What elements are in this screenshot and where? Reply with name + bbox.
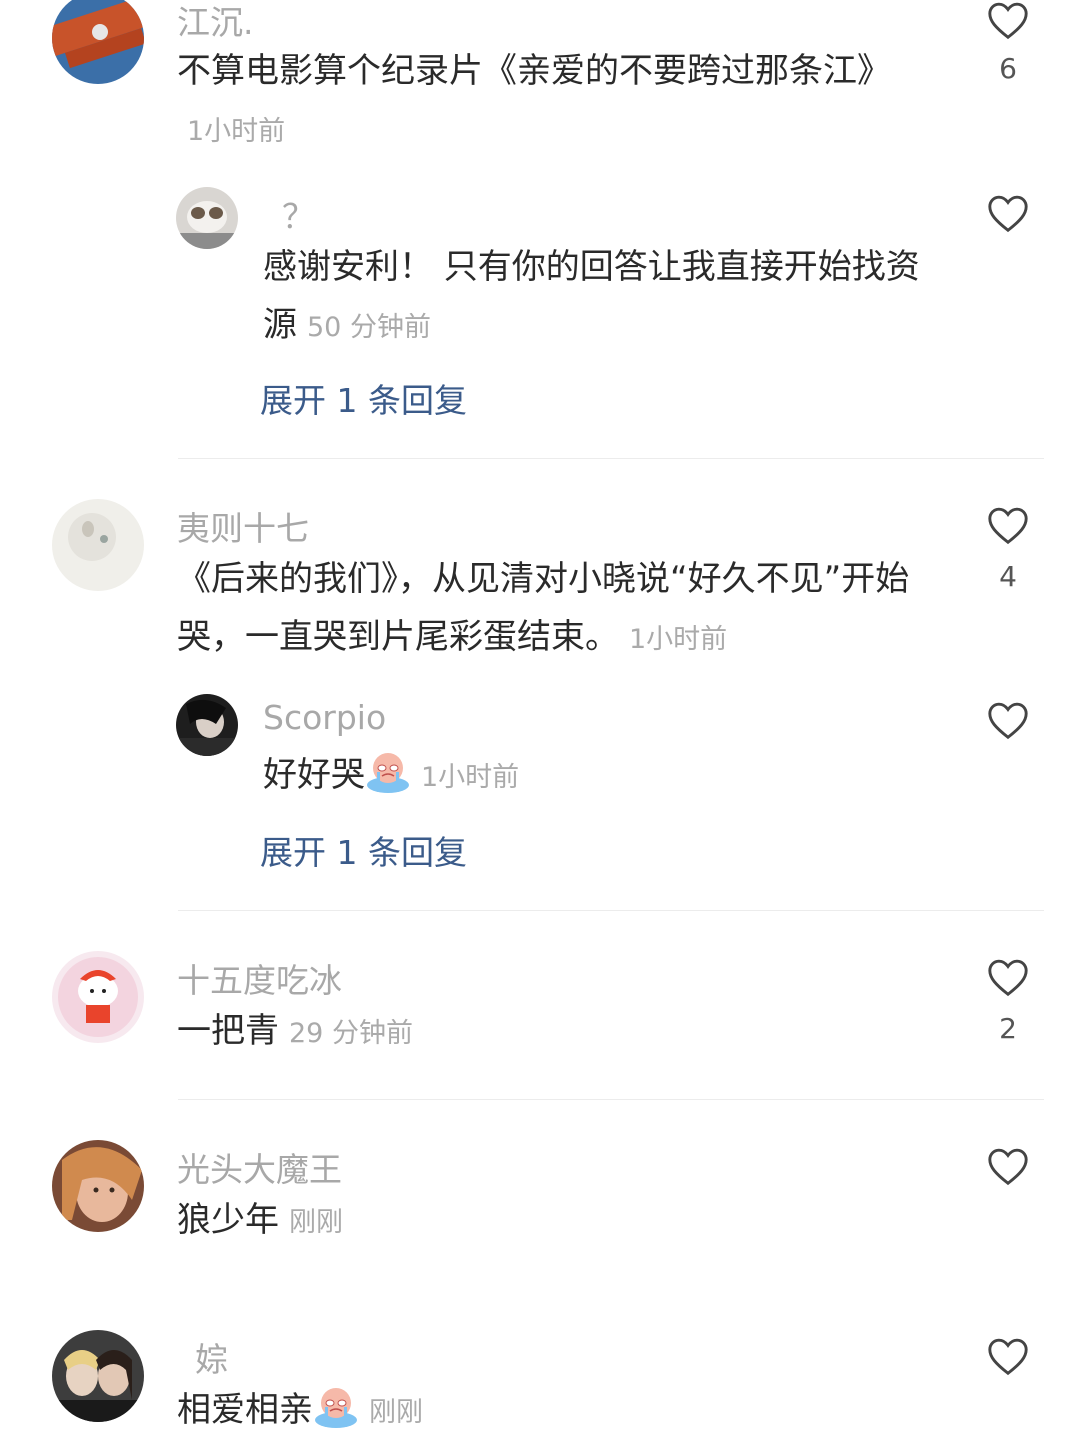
comment-body: 狼少年	[177, 1200, 279, 1240]
comment-body: 相爱相亲	[177, 1390, 313, 1430]
comment-text: 不算电影算个纪录片《亲爱的不要跨过那条江》 1小时前	[177, 42, 897, 161]
comment-text: 狼少年 刚刚	[177, 1191, 937, 1252]
like-count: 4	[999, 560, 1017, 593]
username[interactable]: 夷则十七	[177, 502, 309, 550]
username[interactable]: 十五度吃冰	[177, 954, 342, 1002]
reply-timestamp: 50 分钟前	[307, 312, 431, 343]
divider	[178, 458, 1044, 459]
expand-replies-button[interactable]: 展开 1 条回复	[260, 374, 467, 422]
crying-emoji-icon	[367, 753, 409, 793]
crying-emoji-icon	[315, 1388, 357, 1428]
like-button[interactable]	[986, 957, 1030, 997]
like-button[interactable]	[986, 0, 1030, 40]
reply-text: 感谢安利！ 只有你的回答让我直接开始找资源 50 分钟前	[263, 238, 943, 357]
comment-text: 相爱相亲 刚刚	[177, 1381, 937, 1442]
like-button[interactable]	[986, 1336, 1030, 1376]
timestamp: 刚刚	[369, 1397, 423, 1428]
reply-username[interactable]: ？	[282, 190, 315, 238]
avatar[interactable]	[52, 0, 144, 84]
username[interactable]: 光头大魔王	[177, 1143, 342, 1191]
reply-text: 好好哭 1小时前	[263, 746, 943, 807]
avatar[interactable]	[52, 951, 144, 1043]
divider	[178, 910, 1044, 911]
reply-timestamp: 1小时前	[421, 762, 520, 793]
heart-outline-icon	[988, 2, 1028, 40]
username[interactable]: 江沉.	[177, 0, 254, 44]
expand-replies-button[interactable]: 展开 1 条回复	[260, 826, 467, 874]
heart-outline-icon	[988, 702, 1028, 740]
timestamp: 刚刚	[289, 1207, 343, 1238]
like-button[interactable]	[986, 1146, 1030, 1186]
comment-text: 《后来的我们》，从见清对小晓说“好久不见”开始哭，一直哭到片尾彩蛋结束。 1小时前	[177, 550, 937, 669]
avatar[interactable]	[52, 1140, 144, 1232]
timestamp: 1小时前	[187, 116, 286, 147]
username[interactable]: 婃	[195, 1333, 228, 1381]
reply-like-button[interactable]	[986, 700, 1030, 740]
heart-outline-icon	[988, 959, 1028, 997]
comment-body: 《后来的我们》，从见清对小晓说“好久不见”开始哭，一直哭到片尾彩蛋结束。	[177, 559, 910, 657]
like-count: 2	[999, 1012, 1017, 1045]
reply-like-button[interactable]	[986, 193, 1030, 233]
timestamp: 1小时前	[629, 624, 728, 655]
comment-body: 一把青	[177, 1011, 279, 1051]
avatar[interactable]	[52, 499, 144, 591]
heart-outline-icon	[988, 1338, 1028, 1376]
reply-avatar[interactable]	[176, 187, 238, 249]
heart-outline-icon	[988, 195, 1028, 233]
comment-body: 不算电影算个纪录片《亲爱的不要跨过那条江》	[177, 51, 891, 91]
reply-body: 好好哭	[263, 755, 365, 795]
comment-text: 一把青 29 分钟前	[177, 1002, 937, 1063]
avatar[interactable]	[52, 1330, 144, 1422]
reply-avatar[interactable]	[176, 694, 238, 756]
heart-outline-icon	[988, 1148, 1028, 1186]
reply-username[interactable]: Scorpio	[263, 698, 386, 737]
heart-outline-icon	[988, 507, 1028, 545]
like-count: 6	[999, 52, 1017, 85]
timestamp: 29 分钟前	[289, 1018, 413, 1049]
like-button[interactable]	[986, 505, 1030, 545]
divider	[178, 1099, 1044, 1100]
